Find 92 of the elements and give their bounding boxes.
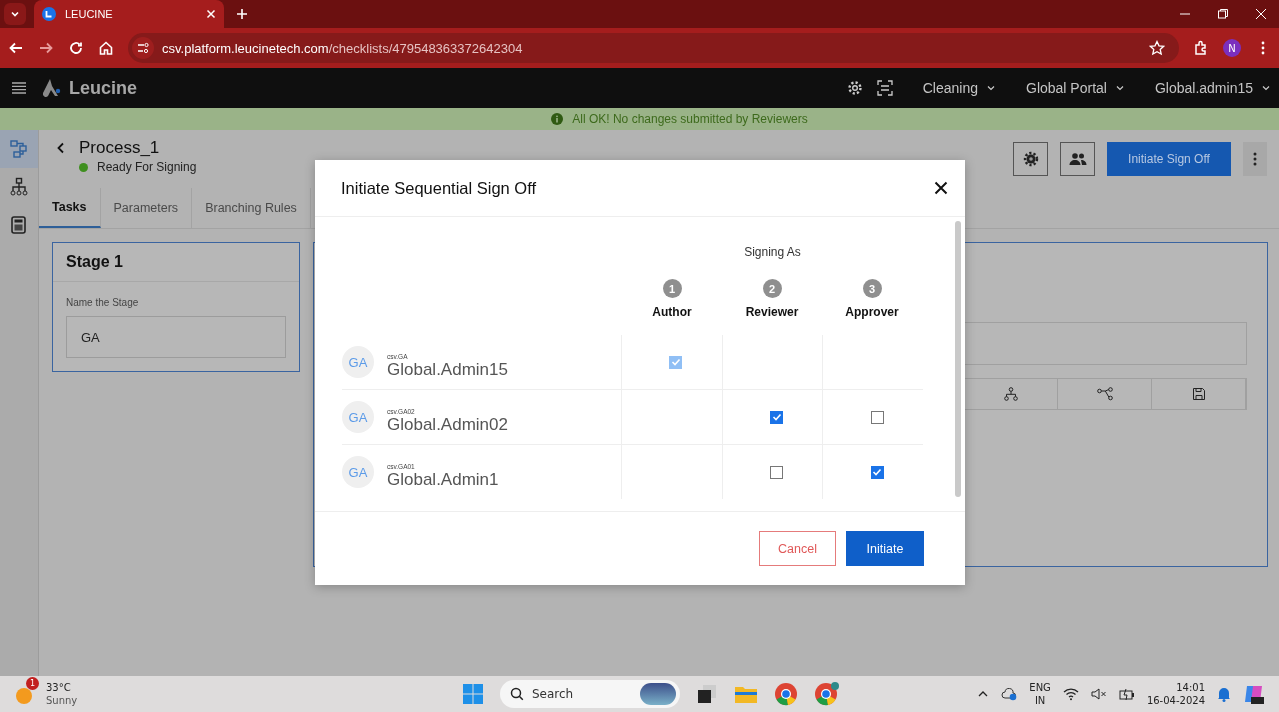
dialog-title: Initiate Sequential Sign Off: [341, 178, 537, 198]
cloud-icon[interactable]: [1001, 687, 1018, 701]
header-dropdown[interactable]: Global Portal: [1026, 80, 1125, 96]
people-icon: [1068, 152, 1087, 166]
scan-icon[interactable]: [876, 80, 893, 96]
user-name: Global.Admin1: [387, 469, 499, 490]
info-icon: [551, 113, 564, 125]
site-icon: [42, 7, 56, 21]
site-settings-icon[interactable]: [132, 37, 154, 59]
scrollbar[interactable]: [955, 221, 961, 497]
calculator-icon: [9, 215, 29, 235]
route-icon: [1096, 387, 1113, 401]
field-label: Name the Stage: [66, 297, 140, 308]
role-heading: Reviewer: [745, 305, 799, 319]
close-icon[interactable]: [934, 181, 948, 195]
chevron-down-icon: [1114, 83, 1125, 93]
header-dropdown[interactable]: Cleaning: [922, 80, 996, 96]
weather-condition: Sunny: [46, 694, 78, 707]
user-avatar: GA: [342, 346, 374, 378]
signing-as-heading: Signing As: [743, 245, 802, 259]
banner-text: All OK! No changes submitted by Reviewers: [572, 112, 808, 126]
clock[interactable]: 14:01 16-04-2024: [1146, 681, 1205, 707]
browser-profile-icon[interactable]: [814, 682, 840, 706]
new-tab-icon[interactable]: [236, 8, 248, 20]
tab[interactable]: Branching Rules: [192, 188, 311, 228]
brand-name: Leucine: [69, 77, 138, 99]
bell-icon[interactable]: [1217, 686, 1231, 702]
chevron-down-icon: [986, 83, 996, 93]
browser-icon[interactable]: [774, 682, 798, 706]
role-heading: Author: [652, 305, 692, 319]
star-icon[interactable]: [1149, 40, 1165, 56]
stage-title: Stage 1: [53, 243, 299, 282]
notification-badge: 1: [26, 677, 39, 690]
copilot-icon[interactable]: [1243, 683, 1265, 705]
url-text: csv.platform.leucinetech.com/checklists/479548363372642304: [162, 40, 523, 56]
logo-icon: [41, 78, 63, 98]
tab[interactable]: Parameters: [100, 188, 193, 228]
header-dropdown[interactable]: Global.admin15: [1154, 80, 1271, 96]
wifi-icon[interactable]: [1062, 687, 1079, 701]
gear-icon: [1022, 151, 1039, 167]
back-icon[interactable]: [8, 40, 24, 56]
settings-button[interactable]: [1013, 142, 1048, 176]
more-icon: [1253, 152, 1257, 166]
user-avatar: GA: [342, 401, 374, 433]
user-avatar: GA: [342, 456, 374, 488]
search-input[interactable]: Search: [530, 686, 634, 702]
settings-icon[interactable]: [846, 80, 863, 96]
initiate-button[interactable]: Initiate: [846, 531, 924, 566]
role-heading: Approver: [845, 305, 899, 319]
restore-icon[interactable]: [1217, 8, 1229, 20]
extensions-icon[interactable]: [1193, 40, 1209, 56]
cancel-button[interactable]: Cancel: [759, 531, 836, 566]
process-title: Process_1: [79, 138, 160, 158]
browser-tab[interactable]: LEUCINE: [34, 0, 224, 28]
forward-icon[interactable]: [38, 40, 54, 56]
step-number: 1: [662, 279, 682, 298]
tab[interactable]: Tasks: [39, 188, 101, 228]
role-checkbox[interactable]: [870, 410, 884, 424]
chevron-down-icon: [1261, 83, 1271, 93]
task-view-icon[interactable]: [696, 683, 718, 705]
role-checkbox[interactable]: [770, 465, 783, 479]
user-name: Global.Admin15: [387, 359, 508, 380]
save-icon: [1191, 387, 1206, 401]
address-bar[interactable]: csv.platform.leucinetech.com/checklists/479548363372642304: [128, 33, 1179, 63]
mute-icon[interactable]: [1090, 687, 1107, 701]
stage-name-field[interactable]: GA: [66, 316, 286, 358]
tab-list-button[interactable]: [4, 3, 26, 25]
folder-icon[interactable]: [734, 684, 758, 704]
reload-icon[interactable]: [68, 40, 84, 56]
initiate-sign-off-button[interactable]: Initiate Sign Off: [1107, 142, 1231, 176]
hierarchy-icon: [9, 177, 29, 197]
search-icon: [510, 687, 524, 701]
battery-icon[interactable]: [1118, 687, 1135, 701]
role-checkbox[interactable]: [770, 410, 783, 424]
collaborators-button[interactable]: [1060, 142, 1095, 176]
profile-avatar[interactable]: N: [1223, 39, 1241, 57]
flow-icon: [9, 139, 29, 159]
role-checkbox[interactable]: [870, 465, 884, 479]
chevron-down-icon: [10, 9, 20, 19]
search-box[interactable]: Search: [500, 680, 680, 708]
hierarchy-icon: [1003, 387, 1018, 401]
start-icon[interactable]: [462, 683, 484, 705]
status-text: Ready For Signing: [97, 160, 197, 174]
user-name: Global.Admin02: [387, 414, 508, 435]
home-icon[interactable]: [98, 40, 114, 56]
step-number: 3: [862, 279, 882, 298]
step-number: 2: [762, 279, 782, 298]
language-indicator[interactable]: ENG IN: [1029, 681, 1051, 707]
temperature: 33°C: [46, 681, 72, 694]
menu-icon[interactable]: [11, 81, 27, 95]
tab-title: LEUCINE: [65, 8, 114, 20]
input-field[interactable]: [963, 322, 1247, 365]
